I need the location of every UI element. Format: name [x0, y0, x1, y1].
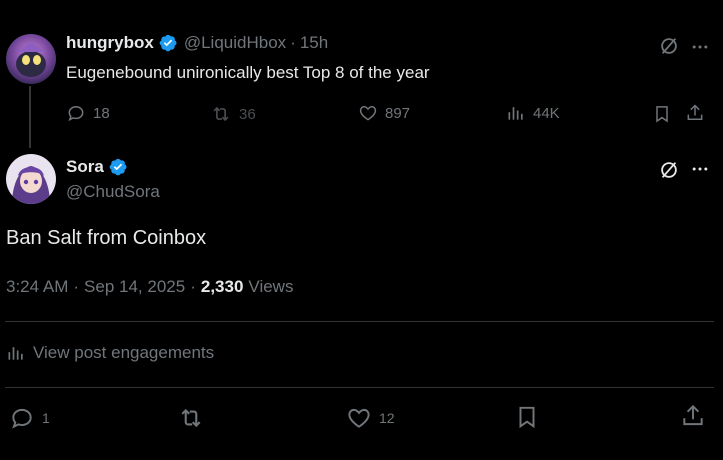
main-post-header: Sora [66, 157, 128, 177]
reply-to-reply-button[interactable]: 18 [66, 103, 110, 123]
main-post-display-name[interactable]: Sora [66, 157, 104, 177]
reply-to-share-button[interactable] [684, 102, 706, 124]
grok-icon[interactable] [657, 158, 681, 182]
views-icon [8, 347, 23, 360]
post-time[interactable]: 3:24 AM [6, 277, 68, 297]
repost-icon [181, 408, 201, 428]
like-count: 12 [379, 410, 395, 426]
views-label: Views [248, 277, 294, 296]
reply-icon [12, 408, 32, 429]
reply-to-handle[interactable]: @LiquidHbox [184, 33, 286, 53]
main-post-handle[interactable]: @ChudSora [66, 182, 160, 202]
like-icon [359, 105, 377, 121]
reply-to-time[interactable]: 15h [300, 33, 328, 53]
repost-icon [213, 106, 229, 122]
reply-to-display-name[interactable]: hungrybox [66, 33, 154, 53]
meta-separator: · [190, 277, 196, 296]
bookmark-button[interactable] [513, 403, 541, 431]
like-count: 897 [385, 104, 411, 122]
more-icon[interactable] [688, 35, 712, 59]
time-separator: · [290, 33, 296, 52]
post-date[interactable]: Sep 14, 2025 [84, 277, 185, 297]
hungrybox-avatar[interactable] [6, 34, 56, 84]
view-engagements-link[interactable]: View post engagements [6, 343, 214, 363]
share-button[interactable] [679, 402, 707, 430]
views-icon [508, 107, 523, 120]
bookmark-icon [656, 106, 668, 123]
reply-icon [68, 105, 84, 122]
reply-to-bookmark-button[interactable] [651, 103, 673, 125]
reply-count: 1 [42, 410, 50, 426]
reply-to-repost-button[interactable]: 36 [210, 103, 256, 125]
repost-button[interactable] [176, 403, 206, 433]
views-count: 44K [533, 104, 560, 122]
like-button[interactable]: 12 [346, 405, 395, 431]
reply-to-views-button[interactable]: 44K [506, 103, 560, 123]
share-icon [687, 104, 703, 120]
bookmark-icon [519, 406, 535, 429]
divider [5, 321, 714, 322]
view-engagements-label: View post engagements [33, 343, 215, 362]
sora-avatar[interactable] [6, 154, 56, 204]
verified-badge-icon [108, 157, 128, 177]
more-icon[interactable] [688, 157, 712, 181]
share-icon [683, 404, 703, 426]
like-icon [348, 408, 370, 428]
reply-to-like-button[interactable]: 897 [358, 103, 410, 123]
main-post-text: Ban Salt from Coinbox [6, 227, 207, 249]
divider [5, 387, 714, 388]
verified-badge-icon [158, 33, 178, 53]
grok-icon[interactable] [657, 34, 681, 58]
views-count: 2,330 [200, 277, 244, 296]
reply-to-text: Eugenebound unironically best Top 8 of t… [66, 63, 430, 82]
post-meta: 3:24 AM · Sep 14, 2025 · 2,330 Views [6, 277, 293, 297]
meta-separator: · [73, 277, 80, 296]
reply-to-header: hungrybox @LiquidHbox · 15h [66, 33, 328, 53]
thread-connector-line [29, 86, 31, 148]
repost-count: 36 [239, 105, 256, 123]
reply-count: 18 [93, 104, 110, 122]
reply-button[interactable]: 1 [9, 405, 50, 431]
